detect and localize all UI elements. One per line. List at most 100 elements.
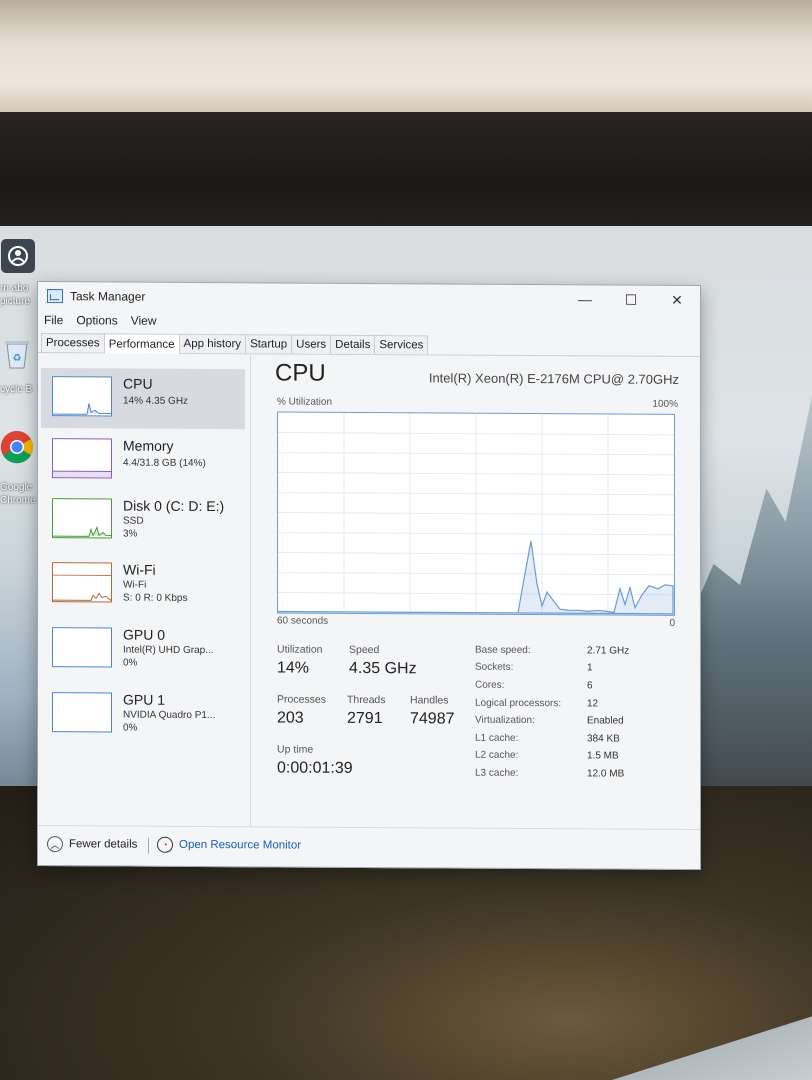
graph-y-max-label: 100% bbox=[652, 398, 678, 410]
cpu-detail-panel: CPU Intel(R) Xeon(R) E-2176M CPU@ 2.70GH… bbox=[251, 355, 700, 829]
sidebar-item-gpu-1[interactable]: GPU 1 NVIDIA Quadro P1... 0% bbox=[41, 684, 245, 745]
spec-l1-cache-value: 384 KB bbox=[587, 733, 620, 745]
spec-l3-cache-key: L3 cache: bbox=[475, 767, 519, 779]
sidebar-item-detail: NVIDIA Quadro P1... bbox=[123, 709, 216, 722]
sidebar-item-detail-2: 0% bbox=[123, 657, 138, 669]
graph-x-left-label: 60 seconds bbox=[277, 615, 329, 627]
sidebar-item-detail: 4.4/31.8 GB (14%) bbox=[123, 457, 206, 470]
menu-options[interactable]: Options bbox=[76, 313, 117, 327]
open-resource-monitor-label: Open Resource Monitor bbox=[179, 838, 302, 852]
uptime-value: 0:00:01:39 bbox=[277, 759, 353, 777]
spec-virtualization-key: Virtualization: bbox=[475, 714, 535, 727]
spec-virtualization-value: Enabled bbox=[587, 715, 624, 727]
maximize-button[interactable]: ☐ bbox=[608, 285, 654, 313]
tab-users[interactable]: Users bbox=[291, 334, 332, 354]
svg-text:♻: ♻ bbox=[13, 353, 22, 364]
desktop-icon-chrome[interactable] bbox=[0, 430, 40, 464]
gpu-1-thumbnail-graph bbox=[52, 692, 112, 733]
tab-app-history[interactable]: App history bbox=[178, 333, 247, 354]
fewer-details-button[interactable]: ︿ Fewer details bbox=[47, 836, 137, 853]
monitor-bezel bbox=[0, 112, 812, 230]
spec-l2-cache-key: L2 cache: bbox=[475, 749, 519, 761]
processes-label: Processes bbox=[277, 693, 327, 706]
user-icon bbox=[0, 238, 36, 274]
disk-thumbnail-graph bbox=[52, 498, 112, 539]
sidebar-item-cpu[interactable]: CPU 14% 4.35 GHz bbox=[41, 368, 245, 430]
sidebar-item-detail: Intel(R) UHD Grap... bbox=[123, 644, 214, 657]
sidebar-item-detail: 14% 4.35 GHz bbox=[123, 395, 189, 407]
tab-processes[interactable]: Processes bbox=[41, 333, 105, 353]
sidebar-item-label: Wi-Fi bbox=[123, 561, 156, 578]
sidebar-item-wifi[interactable]: Wi-Fi Wi-Fi S: 0 R: 0 Kbps bbox=[41, 554, 245, 615]
desktop-icon-chrome-label: Google bbox=[0, 482, 33, 493]
spec-logical-processors-value: 12 bbox=[587, 698, 599, 710]
sidebar-item-label: Disk 0 (C: D: E:) bbox=[123, 497, 225, 515]
sidebar-item-detail-2: 3% bbox=[123, 528, 138, 540]
spec-l3-cache-value: 12.0 MB bbox=[587, 768, 625, 780]
task-manager-window: Task Manager — ☐ ✕ File Options View Pro… bbox=[37, 281, 701, 871]
desktop-icon-user-label-2: picture bbox=[0, 296, 31, 307]
sidebar-item-gpu-0[interactable]: GPU 0 Intel(R) UHD Grap... 0% bbox=[41, 619, 245, 680]
sidebar-item-detail: Wi-Fi bbox=[123, 579, 147, 591]
graph-y-label: % Utilization bbox=[277, 396, 333, 408]
wall-background bbox=[0, 0, 812, 118]
desktop-icon-recycle-bin[interactable]: ♻ bbox=[0, 336, 40, 370]
close-button[interactable]: ✕ bbox=[654, 286, 700, 314]
sidebar-item-label: GPU 0 bbox=[123, 626, 166, 643]
footer-divider bbox=[148, 837, 149, 854]
handles-value: 74987 bbox=[410, 710, 455, 728]
spec-base-speed-key: Base speed: bbox=[475, 644, 531, 657]
cpu-utilization-graph bbox=[277, 411, 675, 616]
window-title: Task Manager bbox=[70, 289, 146, 304]
chevron-up-icon: ︿ bbox=[47, 836, 63, 853]
memory-thumbnail-graph bbox=[52, 438, 112, 479]
footer-bar: ︿ Fewer details ◔ Open Resource Monitor bbox=[38, 825, 700, 871]
tab-startup[interactable]: Startup bbox=[245, 334, 293, 354]
sidebar-item-detail-2: S: 0 R: 0 Kbps bbox=[123, 592, 188, 604]
open-resource-monitor-link[interactable]: ◔ Open Resource Monitor bbox=[157, 836, 302, 854]
sidebar-item-label: Memory bbox=[123, 437, 174, 454]
task-manager-icon bbox=[47, 289, 63, 304]
graph-x-right-label: 0 bbox=[669, 617, 675, 629]
utilization-value: 14% bbox=[277, 659, 310, 677]
page-title: CPU bbox=[275, 359, 326, 387]
desktop-icon-user-label: rn abo bbox=[0, 283, 29, 294]
spec-logical-processors-key: Logical processors: bbox=[475, 697, 562, 710]
spec-sockets-value: 1 bbox=[587, 662, 593, 674]
spec-cores-value: 6 bbox=[587, 680, 593, 692]
tab-strip: Processes Performance App history Startu… bbox=[38, 330, 700, 358]
threads-label: Threads bbox=[347, 693, 386, 707]
speed-label: Speed bbox=[349, 643, 380, 657]
tab-services[interactable]: Services bbox=[374, 335, 429, 355]
cpu-graph-canvas bbox=[278, 412, 674, 615]
threads-value: 2791 bbox=[347, 709, 383, 728]
handles-label: Handles bbox=[410, 694, 449, 707]
chrome-icon bbox=[0, 430, 34, 464]
gpu-0-thumbnail-graph bbox=[52, 627, 112, 668]
utilization-label: Utilization bbox=[277, 643, 323, 656]
recycle-bin-icon: ♻ bbox=[0, 336, 34, 370]
sidebar-item-detail-2: 0% bbox=[123, 722, 138, 734]
spec-cores-key: Cores: bbox=[475, 679, 505, 691]
sidebar-item-memory[interactable]: Memory 4.4/31.8 GB (14%) bbox=[41, 430, 245, 491]
title-bar[interactable]: Task Manager — ☐ ✕ bbox=[38, 282, 700, 314]
menu-file[interactable]: File bbox=[44, 313, 63, 327]
resource-monitor-icon: ◔ bbox=[157, 836, 173, 853]
tab-details[interactable]: Details bbox=[330, 334, 376, 355]
minimize-button[interactable]: — bbox=[562, 285, 608, 313]
sidebar-item-label: GPU 1 bbox=[123, 691, 166, 708]
spec-l1-cache-key: L1 cache: bbox=[475, 732, 519, 744]
speed-value: 4.35 GHz bbox=[349, 659, 417, 678]
sidebar-item-disk-0[interactable]: Disk 0 (C: D: E:) SSD 3% bbox=[41, 490, 245, 551]
desktop-icon-chrome-label-2: Chrome bbox=[0, 495, 36, 506]
fewer-details-label: Fewer details bbox=[69, 838, 138, 851]
performance-sidebar: CPU 14% 4.35 GHz Memory 4.4/31.8 GB (14%… bbox=[38, 354, 251, 827]
cpu-thumbnail-graph bbox=[52, 376, 112, 417]
menu-view[interactable]: View bbox=[131, 314, 157, 328]
spec-l2-cache-value: 1.5 MB bbox=[587, 750, 619, 762]
desktop-icon-recycle-bin-label: cycle B bbox=[0, 384, 33, 395]
spec-base-speed-value: 2.71 GHz bbox=[587, 645, 630, 657]
desktop-icon-user[interactable] bbox=[0, 238, 40, 274]
tab-performance[interactable]: Performance bbox=[103, 333, 180, 354]
wallpaper-mountain bbox=[692, 396, 812, 816]
